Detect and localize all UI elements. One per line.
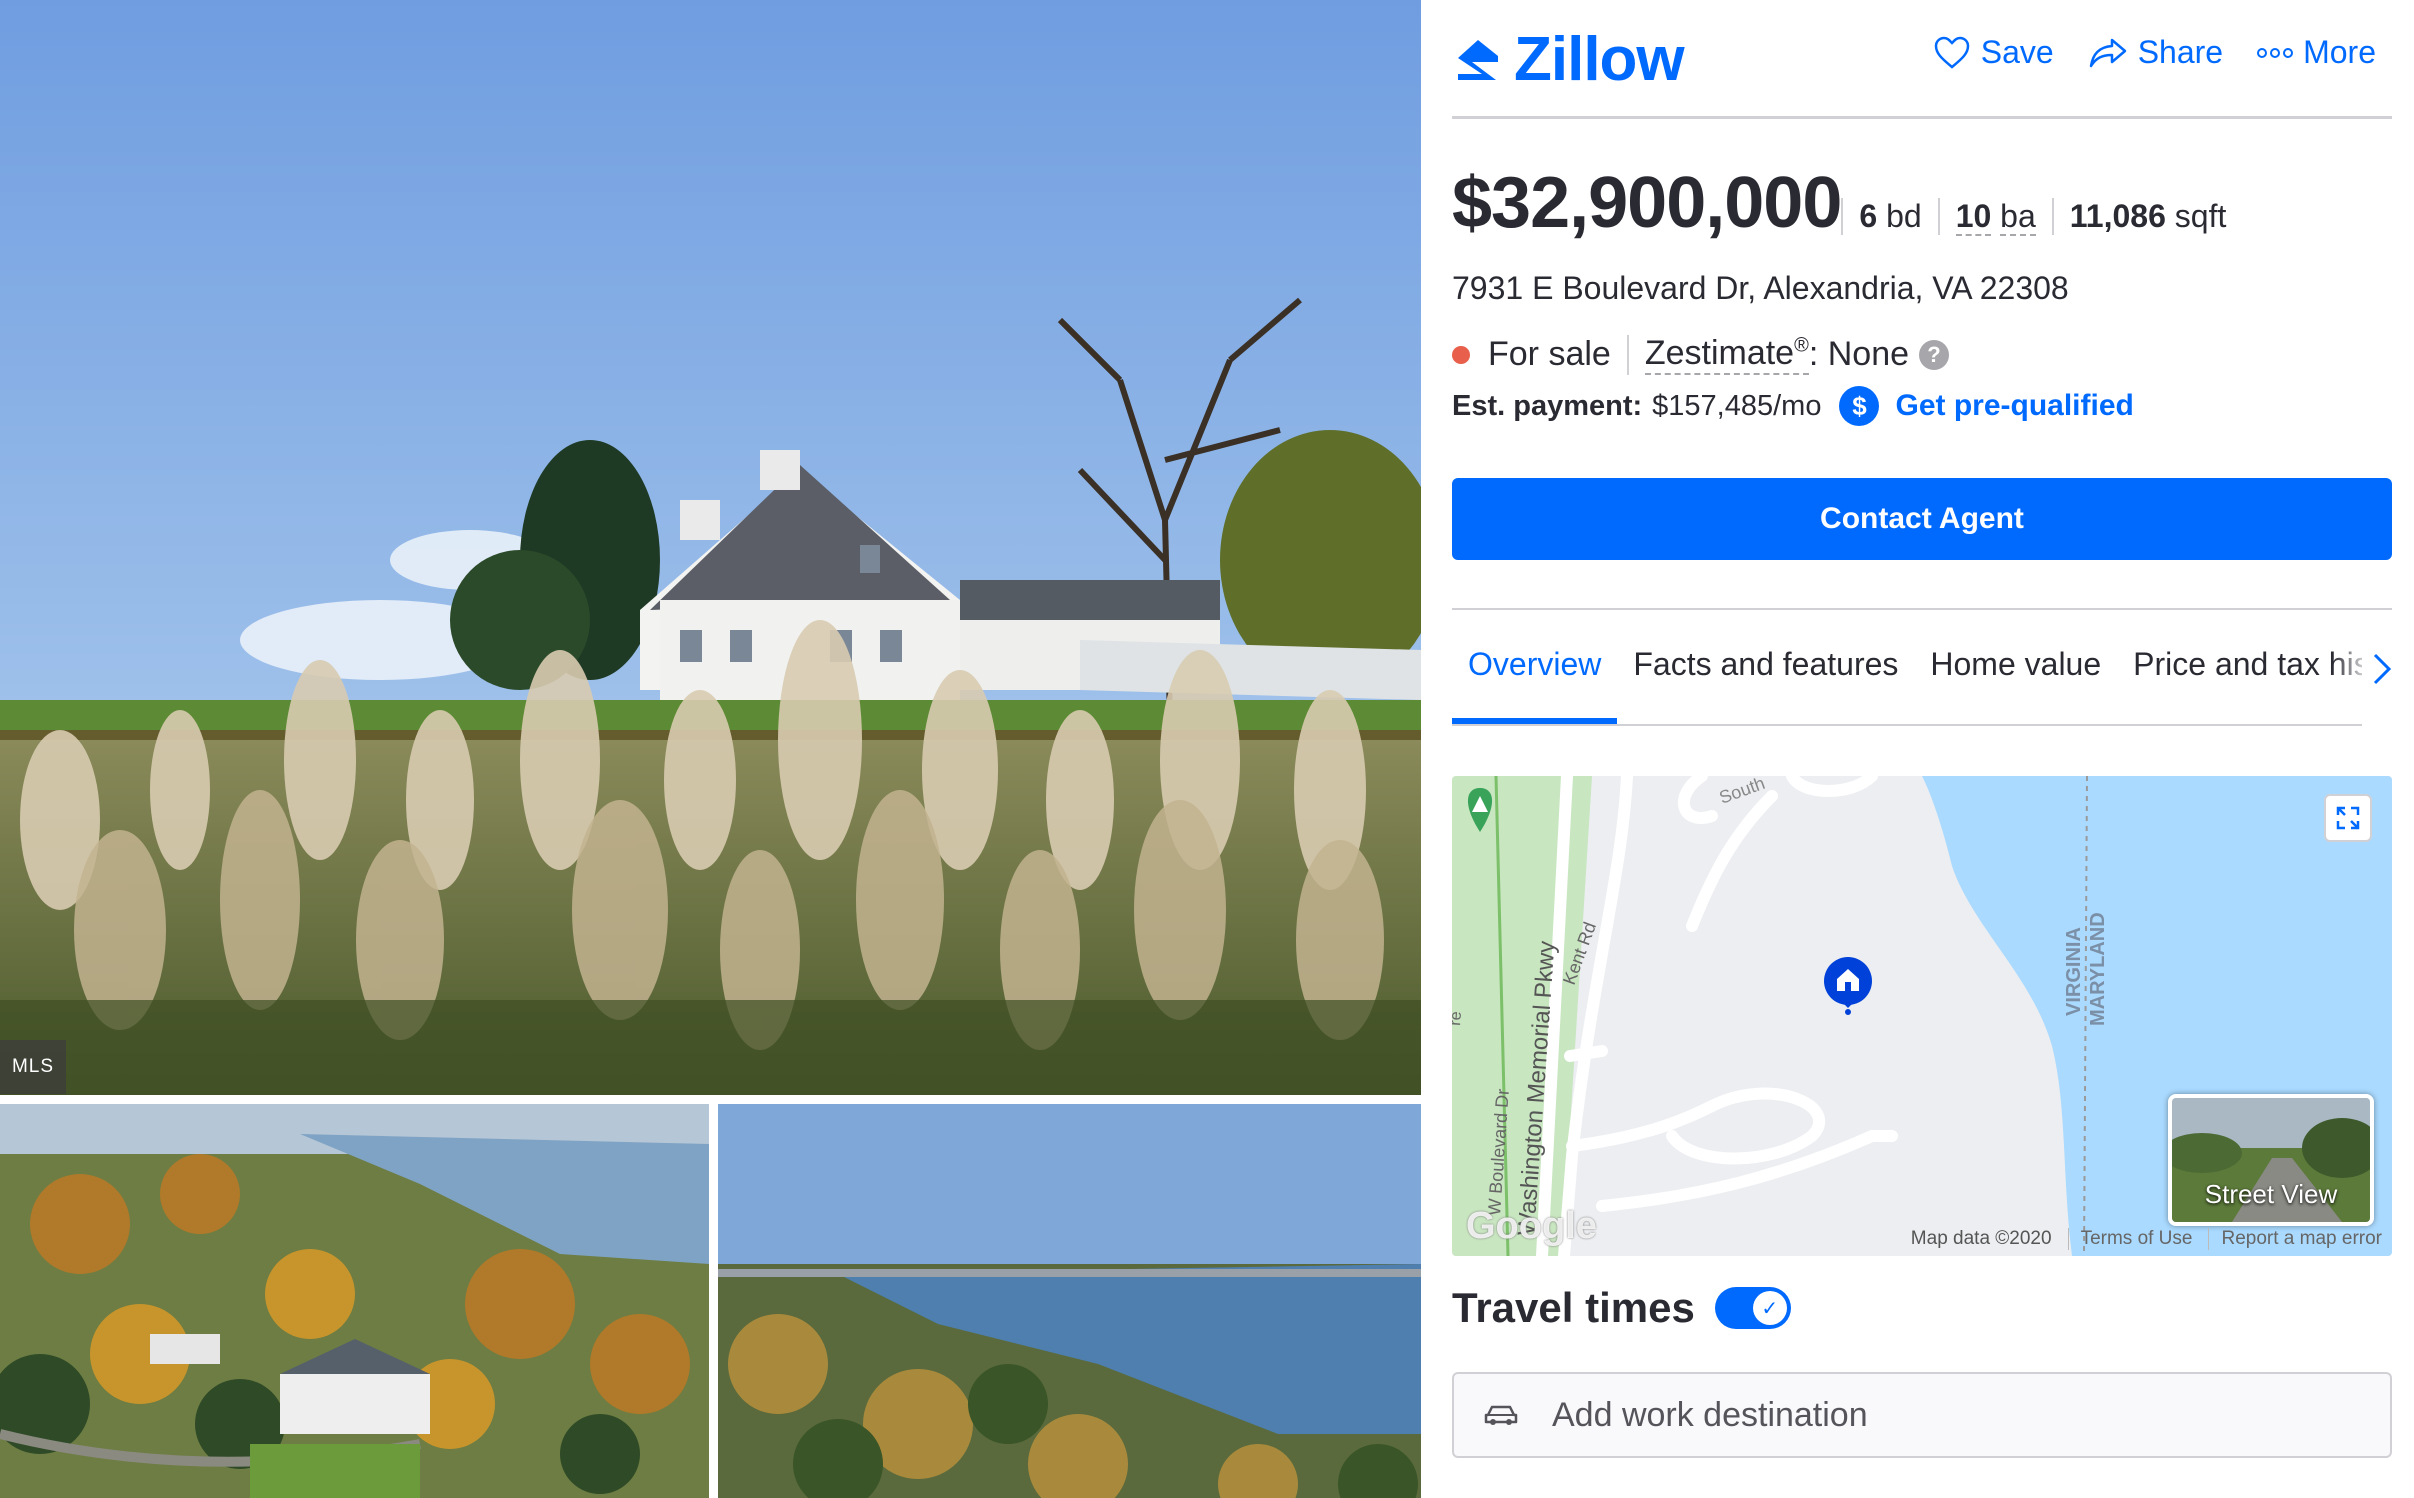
section-divider — [1452, 608, 2392, 610]
heart-icon — [1934, 36, 1970, 69]
location-map[interactable]: South Kent Rd Washington Memorial Pkwy W… — [1452, 776, 2392, 1256]
sqft-count: 11,086 sqft — [2051, 198, 2243, 235]
status-text: For sale — [1488, 335, 1611, 373]
save-label: Save — [1980, 34, 2054, 70]
car-icon — [1484, 1405, 1518, 1425]
street-view-thumbnail[interactable]: Street View — [2168, 1094, 2374, 1226]
terms-of-use-link[interactable]: Terms of Use — [2067, 1228, 2192, 1250]
baths-count[interactable]: 10 ba — [1937, 198, 2052, 236]
share-icon — [2089, 38, 2126, 67]
tab-facts-and-features[interactable]: Facts and features — [1617, 634, 1914, 712]
house-photo — [0, 0, 1421, 1095]
zillow-z-icon — [1458, 39, 1498, 80]
section-tabs: Overview Facts and features Home value P… — [1452, 634, 2362, 726]
google-logo: Google — [1466, 1205, 1597, 1247]
tab-price-and-tax-history[interactable]: Price and tax hist — [2117, 634, 2362, 712]
map-data-credit: Map data ©2020 — [1910, 1228, 2052, 1249]
status-row: For sale Zestimate® : None ? — [1452, 334, 1950, 375]
map-footer: Map data ©2020 Terms of Use Report a map… — [1911, 1228, 2382, 1250]
share-button[interactable]: Share — [2088, 34, 2223, 71]
aerial-photo-estate[interactable] — [0, 1104, 709, 1498]
main-listing-photo[interactable]: MLS — [0, 0, 1421, 1095]
expand-map-icon[interactable] — [2324, 794, 2372, 842]
listing-panel: Zillow Save Share More $32,900,000 6 bd … — [1452, 0, 2392, 1498]
more-label: More — [2303, 34, 2376, 70]
report-map-error-link[interactable]: Report a map error — [2208, 1228, 2382, 1250]
more-dots-icon — [2257, 47, 2294, 58]
tab-home-value[interactable]: Home value — [1914, 634, 2117, 712]
chevron-right-icon[interactable] — [2372, 652, 2392, 695]
header-actions: Save Share More — [1933, 34, 2376, 71]
help-icon[interactable]: ? — [1919, 339, 1950, 370]
summary-row: $32,900,000 6 bd 10 ba 11,086 sqft — [1452, 162, 2242, 244]
mls-badge: MLS — [0, 1040, 66, 1094]
map-label-virginia: VIRGINIA — [2063, 927, 2085, 1016]
zillow-logo[interactable]: Zillow — [1452, 24, 1685, 95]
beds-count: 6 bd — [1841, 198, 1937, 235]
dollar-icon: $ — [1839, 386, 1880, 426]
contact-agent-button[interactable]: Contact Agent — [1452, 478, 2392, 560]
more-button[interactable]: More — [2257, 34, 2376, 71]
share-label: Share — [2137, 34, 2224, 70]
status-divider — [1626, 334, 1629, 375]
status-dot-icon — [1452, 345, 1470, 364]
travel-times-header: Travel times ✓ — [1452, 1284, 1791, 1332]
map-label-maryland: MARYLAND — [2087, 912, 2109, 1026]
travel-times-title: Travel times — [1452, 1284, 1695, 1331]
check-icon: ✓ — [1752, 1291, 1787, 1325]
listing-address: 7931 E Boulevard Dr, Alexandria, VA 2230… — [1452, 270, 2069, 306]
zestimate-value: : None — [1808, 335, 1910, 373]
travel-times-toggle[interactable]: ✓ — [1714, 1287, 1791, 1329]
map-label-edge: re — [1452, 1011, 1465, 1026]
brand-name: Zillow — [1514, 25, 1685, 94]
listing-price: $32,900,000 — [1452, 163, 1842, 243]
payment-value: $157,485/mo — [1652, 389, 1822, 422]
payment-row: Est. payment: $157,485/mo $ Get pre-qual… — [1452, 386, 2134, 426]
tabs-fade — [2332, 634, 2372, 722]
work-destination-field[interactable] — [1452, 1372, 2392, 1458]
work-destination-input[interactable] — [1550, 1394, 2374, 1436]
header: Zillow Save Share More — [1452, 0, 2392, 119]
zestimate-label[interactable]: Zestimate® — [1644, 334, 1809, 375]
payment-label: Est. payment: — [1452, 389, 1643, 422]
save-button[interactable]: Save — [1933, 34, 2054, 71]
get-prequalified-link[interactable]: Get pre-qualified — [1895, 389, 2133, 423]
aerial-photo-river[interactable] — [718, 1104, 1421, 1498]
street-view-label: Street View — [2204, 1179, 2338, 1209]
tab-overview[interactable]: Overview — [1452, 634, 1618, 724]
